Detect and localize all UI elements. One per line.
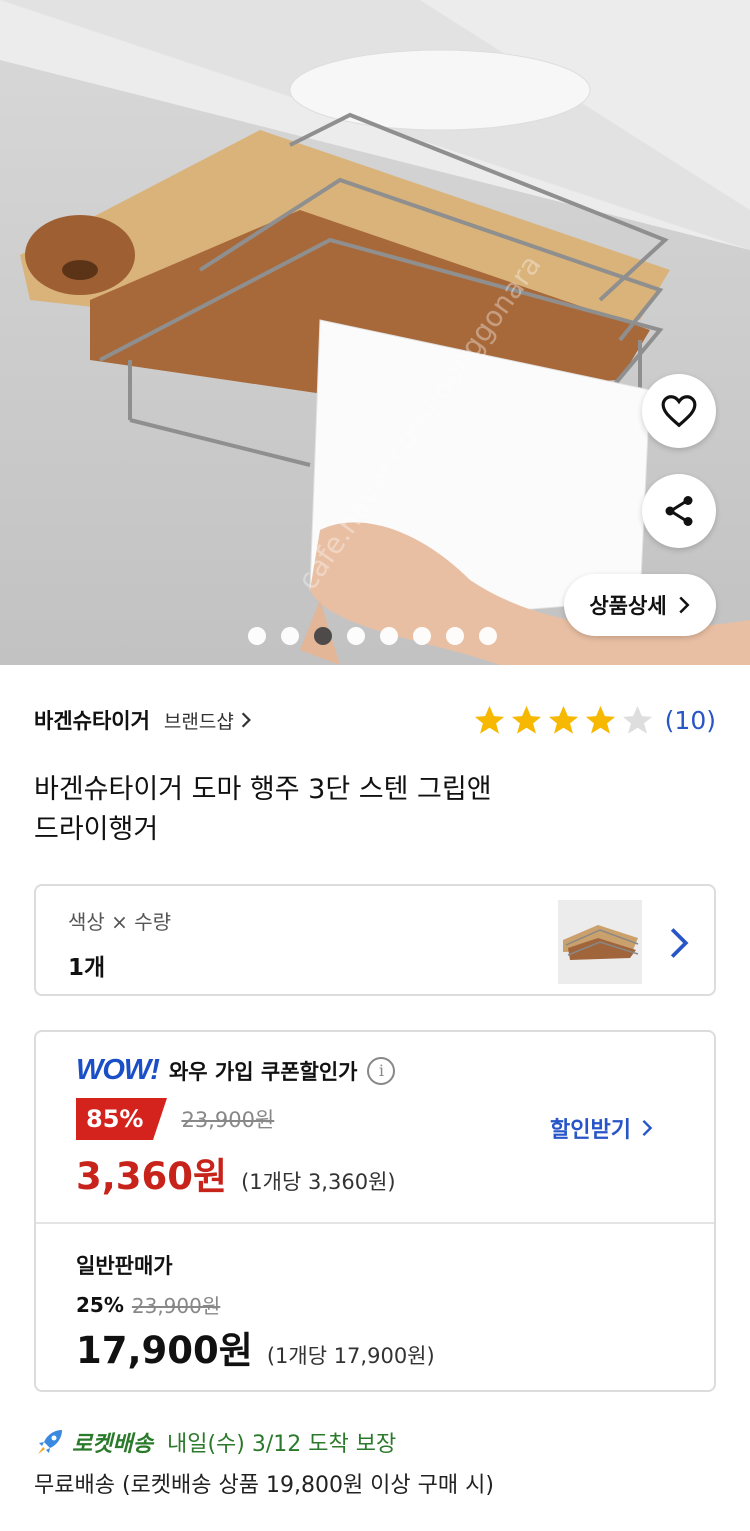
star-full-icon — [585, 705, 615, 734]
normal-discount-row: 25% 23,900원 — [76, 1290, 220, 1319]
carousel-dot[interactable] — [446, 627, 464, 645]
option-thumbnail — [558, 900, 642, 984]
rocket-delivery-label: 로켓배송 — [72, 1432, 153, 1457]
product-detail-label: 상품상세 — [589, 594, 667, 618]
normal-original-price: 23,900원 — [131, 1294, 221, 1318]
product-image[interactable]: cafe.naver.com/joonggonara 상품상세 — [0, 0, 750, 665]
chevron-right-icon — [642, 1119, 653, 1137]
original-price: 23,900원 — [181, 1108, 275, 1132]
carousel-dot[interactable] — [347, 627, 365, 645]
carousel-dot[interactable] — [248, 627, 266, 645]
star-full-icon — [511, 705, 541, 734]
star-empty-icon — [622, 705, 652, 734]
chevron-right-icon — [679, 596, 690, 614]
brand-shop-label: 브랜드샵 — [163, 710, 234, 733]
get-coupon-button[interactable]: 할인받기 — [550, 1112, 653, 1144]
option-value: 1개 — [68, 955, 106, 981]
brand-row: 바겐슈타이거 브랜드샵 (10) — [34, 700, 716, 740]
option-selector[interactable]: 색상 × 수량 1개 — [34, 884, 716, 996]
rocket-icon — [38, 1430, 62, 1454]
carousel-dot[interactable] — [413, 627, 431, 645]
brand-shop-link[interactable]: 브랜드샵 — [164, 707, 252, 734]
wow-price-row: 3,360원 (1개당 3,360원) — [76, 1146, 396, 1200]
wow-unit-price: (1개당 3,360원) — [241, 1170, 396, 1194]
normal-unit-price: (1개당 17,900원) — [266, 1344, 435, 1368]
share-icon — [665, 496, 693, 526]
wow-coupon-header: WOW! 와우 가입 쿠폰할인가 i — [76, 1054, 396, 1087]
rating[interactable]: (10) — [472, 703, 716, 738]
normal-price: 17,900원 — [76, 1329, 253, 1372]
product-title: 바겐슈타이거 도마 행주 3단 스텐 그립앤 드라이행거 — [34, 770, 634, 850]
wow-logo: WOW! — [76, 1054, 160, 1086]
normal-discount: 25% — [76, 1292, 124, 1317]
option-label: 색상 × 수량 — [68, 910, 172, 934]
carousel-dot-active[interactable] — [314, 627, 332, 645]
carousel-dot[interactable] — [281, 627, 299, 645]
divider — [36, 1222, 714, 1224]
arrival-guarantee: 내일(수) 3/12 도착 보장 — [166, 1432, 397, 1457]
get-coupon-label: 할인받기 — [550, 1118, 631, 1143]
normal-price-row: 17,900원 (1개당 17,900원) — [76, 1320, 435, 1374]
star-full-icon — [474, 705, 504, 734]
delivery-row: 로켓배송 내일(수) 3/12 도착 보장 — [34, 1426, 396, 1458]
wishlist-button[interactable] — [642, 374, 716, 448]
brand-name[interactable]: 바겐슈타이거 — [34, 705, 150, 735]
price-box: WOW! 와우 가입 쿠폰할인가 i 85% 23,900원 할인받기 3,36… — [34, 1030, 716, 1392]
star-full-icon — [548, 705, 578, 734]
carousel-dot[interactable] — [380, 627, 398, 645]
product-detail-button[interactable]: 상품상세 — [564, 574, 716, 636]
chevron-right-icon — [670, 928, 689, 958]
share-button[interactable] — [642, 474, 716, 548]
discount-badge: 85% — [76, 1098, 168, 1140]
product-title-line: 바겐슈타이거 도마 행주 3단 스텐 그립앤 — [34, 774, 492, 805]
heart-icon — [661, 395, 697, 428]
free-shipping-note: 무료배송 (로켓배송 상품 19,800원 이상 구매 시) — [34, 1473, 494, 1498]
wow-discount-row: 85% 23,900원 — [76, 1098, 274, 1140]
product-title-line: 드라이행거 — [34, 814, 159, 845]
review-count[interactable]: (10) — [665, 706, 716, 735]
carousel-dot[interactable] — [479, 627, 497, 645]
wow-price: 3,360원 — [76, 1155, 228, 1198]
normal-price-label: 일반판매가 — [76, 1254, 173, 1278]
info-icon[interactable]: i — [367, 1056, 396, 1085]
product-photo: cafe.naver.com/joonggonara — [0, 0, 750, 665]
wow-coupon-label: 와우 가입 쿠폰할인가 — [168, 1059, 358, 1084]
chevron-right-icon — [241, 712, 251, 728]
carousel-indicator — [248, 627, 497, 645]
